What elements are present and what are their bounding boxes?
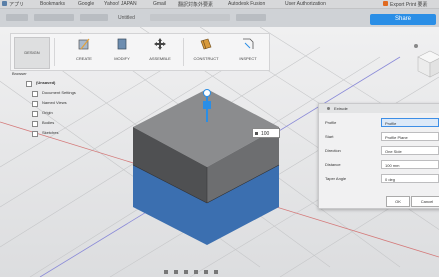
dialog-row-start: Start Profile Plane [325,132,439,142]
share-button[interactable]: Share [370,14,436,25]
visibility-toggle[interactable] [32,91,38,97]
tree-item[interactable]: Origin [12,109,82,117]
move-icon [154,38,166,50]
assemble-tool[interactable]: ASSEMBLE [143,34,177,70]
dialog-title: Extrude [334,106,348,111]
browser-bookmarks-bar: アプリ Bookmarks Google Yahoo! JAPAN Gmail … [0,0,439,9]
bookmark-item[interactable]: Yahoo! JAPAN [104,1,137,7]
visibility-toggle[interactable] [32,101,38,107]
navigation-bar [160,269,240,275]
tool-label: ASSEMBLE [149,56,171,61]
dialog-row-direction: Direction One Side [325,146,439,156]
plane-icon [200,38,212,50]
dialog-title-bar[interactable]: Extrude [319,104,439,113]
bookmark-item[interactable]: Autodesk Fusion [228,1,265,7]
bookmark-item[interactable]: Google [78,1,94,7]
box-icon [117,38,127,50]
inspect-tool[interactable]: INSPECT [231,34,265,70]
nav-tools[interactable] [160,269,240,275]
bookmark-item[interactable]: User Authorization [285,1,326,7]
create-tool[interactable]: CREATE [67,34,101,70]
view-cube[interactable] [410,43,439,81]
workspace-label: DESIGN [24,50,40,55]
tree-item[interactable]: (Unsaved) [12,79,82,87]
toolbar-divider [183,38,184,66]
visibility-toggle[interactable] [26,81,32,87]
tree-item[interactable]: Sketches [12,129,82,137]
browser-title: Browser [12,71,27,76]
measure-icon [243,38,254,49]
toolbar-divider [54,38,55,66]
distance-input[interactable]: 100 [252,128,280,138]
visibility-toggle[interactable] [32,121,38,127]
tree-item[interactable]: Bodies [12,119,82,127]
distance-field[interactable]: 100 mm [381,160,439,169]
dialog-row-distance: Distance 100 mm [325,160,439,170]
direction-dropdown[interactable]: One Side [381,146,439,155]
home-view-icon[interactable] [414,44,418,48]
bookmark-favicon-icon [383,1,388,6]
bookmark-item[interactable]: Bookmarks [40,1,65,7]
bookmark-item[interactable]: アプリ [9,1,24,8]
visibility-toggle[interactable] [32,131,38,137]
main-toolbar: DESIGN CREATE MODIFY ASSEMBLE CONSTRUCT [10,33,270,71]
file-menu-group[interactable] [34,14,74,21]
construct-tool[interactable]: CONSTRUCT [187,34,225,70]
dialog-row-taper: Taper Angle 0 deg [325,174,439,184]
ok-button[interactable]: OK [386,196,410,207]
cancel-button[interactable]: Cancel [411,196,439,207]
modify-tool[interactable]: MODIFY [105,34,139,70]
distance-value: 100 [261,131,270,137]
document-tab[interactable] [150,14,230,21]
tab-controls[interactable] [236,14,266,21]
tool-label: MODIFY [114,56,130,61]
dialog-row-profile: Profile Profile [325,118,439,128]
bookmark-item[interactable]: Gmail [153,1,166,7]
bookmark-item[interactable]: Export Print 要素 [390,1,428,8]
profile-selector[interactable]: Profile [381,118,439,127]
sketch-icon [78,38,90,50]
taper-angle-field[interactable]: 0 deg [381,174,439,183]
extrude-dialog: Extrude Profile Profile Start Profile Pl… [318,103,439,209]
tool-label: INSPECT [239,56,257,61]
tool-label: CONSTRUCT [193,56,219,61]
undo-redo-group[interactable] [80,14,108,21]
browser-panel: Browser (Unsaved) Document Settings Name… [12,70,82,150]
apps-icon[interactable] [2,1,7,6]
tree-item[interactable]: Document Settings [12,89,82,97]
document-title: Untitled [118,15,135,21]
app-menu-group[interactable] [6,14,28,21]
bookmark-item[interactable]: 翻訳対象外要素 [178,1,213,8]
dialog-icon [327,107,330,110]
input-handle-icon [255,132,258,135]
start-dropdown[interactable]: Profile Plane [381,132,439,141]
tool-label: CREATE [76,56,92,61]
workspace-switcher[interactable]: DESIGN [14,37,50,69]
tree-item[interactable]: Named Views [12,99,82,107]
visibility-toggle[interactable] [32,111,38,117]
